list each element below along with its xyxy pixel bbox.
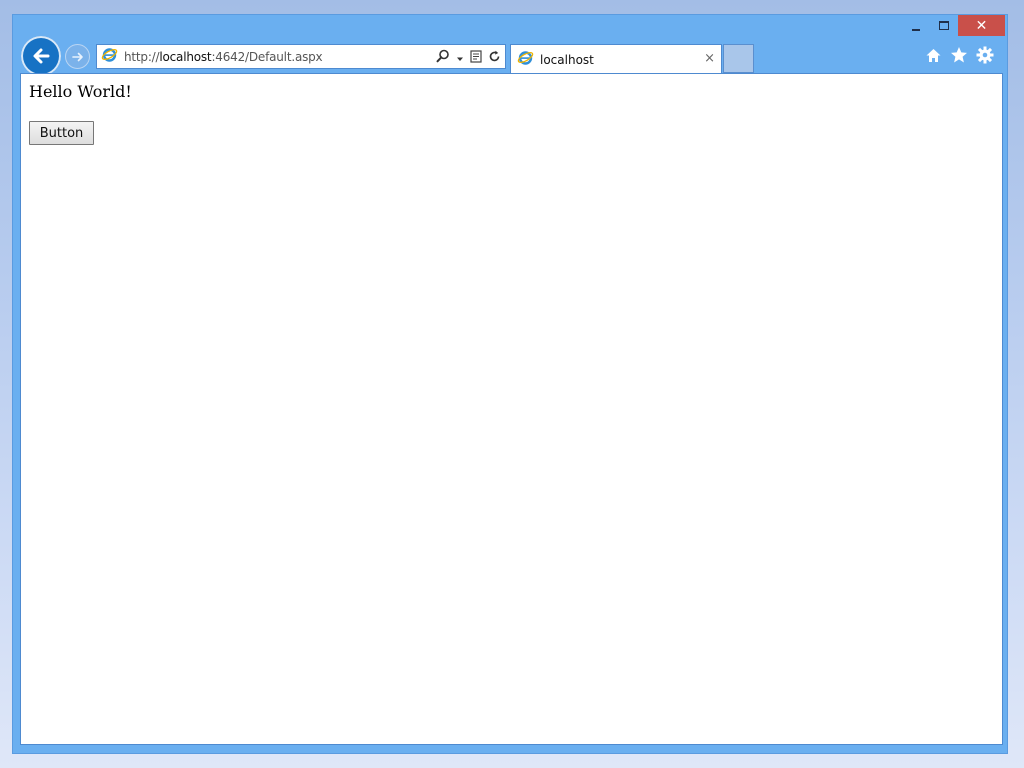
- tab-close-icon[interactable]: ×: [704, 51, 715, 66]
- tab-title: localhost: [540, 52, 594, 67]
- compatibility-view-icon: [470, 50, 482, 63]
- back-button[interactable]: [21, 36, 61, 76]
- star-icon: [951, 47, 967, 63]
- home-icon: [926, 48, 941, 62]
- home-button[interactable]: [925, 47, 942, 68]
- tools-button[interactable]: [976, 46, 994, 68]
- dropdown-button[interactable]: [456, 48, 464, 67]
- page-button[interactable]: Button: [29, 121, 94, 145]
- address-tools: [436, 48, 501, 67]
- forward-button[interactable]: [65, 44, 90, 69]
- forward-arrow-icon: [71, 52, 83, 61]
- page-viewport: Hello World! Button: [20, 73, 1003, 745]
- gear-icon: [976, 46, 994, 64]
- tab-localhost[interactable]: localhost ×: [510, 44, 722, 74]
- refresh-button[interactable]: [488, 48, 501, 67]
- command-icons: [925, 46, 994, 68]
- maximize-icon: [939, 21, 949, 30]
- maximize-button[interactable]: [930, 15, 958, 36]
- new-tab-button[interactable]: [723, 44, 754, 73]
- ie-logo-icon: [517, 49, 534, 70]
- url-host: localhost: [159, 49, 212, 64]
- page-heading: Hello World!: [29, 82, 132, 101]
- minimize-icon: [912, 29, 920, 31]
- compatibility-view-button[interactable]: [470, 48, 482, 67]
- address-bar[interactable]: http://localhost:4642/Default.aspx: [96, 44, 506, 69]
- url-scheme: http://: [124, 49, 160, 64]
- back-arrow-icon: [33, 48, 50, 64]
- ie-logo-icon: [101, 46, 118, 67]
- search-icon: [436, 49, 449, 63]
- url-text: http://localhost:4642/Default.aspx: [124, 49, 323, 64]
- search-button[interactable]: [436, 48, 450, 67]
- close-window-button[interactable]: ✕: [958, 15, 1005, 36]
- refresh-icon: [489, 50, 500, 62]
- browser-window: ✕ http://localhost:4642/Default.aspx loc…: [13, 15, 1007, 753]
- minimize-button[interactable]: [902, 15, 930, 36]
- favorites-button[interactable]: [950, 46, 968, 68]
- dropdown-icon: [457, 57, 463, 61]
- url-path: :4642/Default.aspx: [211, 49, 323, 64]
- window-caption-buttons: ✕: [902, 15, 1005, 37]
- close-icon: ✕: [975, 17, 988, 34]
